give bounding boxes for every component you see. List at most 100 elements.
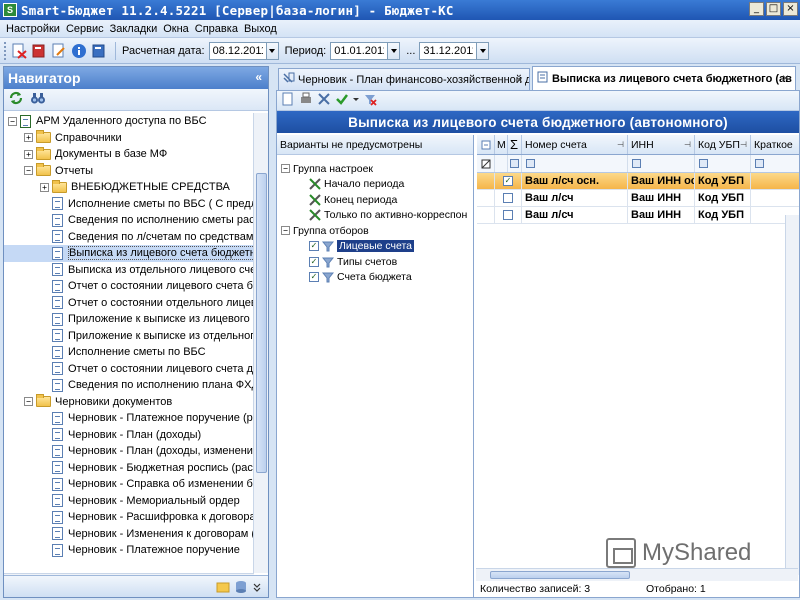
grid-corner-icon[interactable] — [477, 135, 495, 154]
pin-icon[interactable]: ⊣ — [684, 140, 691, 149]
tree-item[interactable]: Черновик - Расшифровка к договора — [4, 509, 254, 526]
tree-item[interactable]: Сведения по исполнению сметы расх — [4, 212, 254, 229]
calc-date-dropdown-icon[interactable] — [266, 41, 279, 60]
tree-item[interactable]: + Справочники — [4, 130, 254, 147]
expand-toggle-icon[interactable]: + — [24, 133, 33, 143]
row-checkbox[interactable]: ✓ — [503, 176, 513, 186]
scroll-thumb[interactable] — [490, 571, 630, 579]
period-from-field[interactable] — [330, 41, 389, 60]
settings-item[interactable]: − Группа отборов — [277, 223, 473, 239]
tab-account-statement[interactable]: Выписка из лицевого счета бюджетного (ав… — [532, 66, 796, 90]
settings-item[interactable]: Конец периода — [277, 192, 473, 208]
filter-cell[interactable] — [628, 155, 695, 172]
dropdown-arrow-icon[interactable] — [353, 92, 359, 109]
row-checkbox[interactable] — [503, 193, 513, 203]
expand-toggle-icon[interactable]: − — [281, 164, 290, 174]
filter-checkbox[interactable]: ✓ — [309, 241, 319, 252]
expand-toggle-icon[interactable]: − — [281, 226, 290, 236]
tools-icon[interactable] — [317, 92, 331, 109]
row-checkbox[interactable] — [503, 210, 513, 220]
row-check-cell[interactable]: ✓ — [495, 173, 522, 189]
period-from-dropdown-icon[interactable] — [388, 41, 401, 60]
close-tab-icon[interactable]: × — [782, 71, 789, 85]
maximize-button[interactable]: □ — [766, 2, 781, 16]
new-doc-icon[interactable] — [281, 92, 295, 109]
period-to-field[interactable] — [419, 41, 478, 60]
filter-checkbox[interactable]: ✓ — [309, 256, 319, 267]
collapse-navigator-button[interactable]: « — [255, 70, 262, 84]
row-check-cell[interactable] — [495, 207, 522, 223]
menu-windows[interactable]: Окна — [163, 23, 189, 35]
menu-service[interactable]: Сервис — [66, 23, 104, 35]
tree-item[interactable]: − Черновики документов — [4, 394, 254, 411]
refresh-icon[interactable] — [8, 90, 24, 109]
binoculars-icon[interactable] — [30, 90, 46, 109]
menu-exit[interactable]: Выход — [244, 23, 277, 35]
menu-bookmarks[interactable]: Закладки — [110, 23, 158, 35]
navigator-vertical-scrollbar[interactable] — [253, 113, 268, 573]
filter-checkbox[interactable]: ✓ — [309, 272, 319, 283]
settings-item[interactable]: Только по активно-корреспон — [277, 208, 473, 224]
filter-cell[interactable] — [495, 155, 508, 172]
filter-cell[interactable] — [522, 155, 628, 172]
expand-toggle-icon[interactable]: − — [24, 397, 33, 407]
delete-doc-icon[interactable] — [11, 43, 27, 59]
tree-item[interactable]: Отчет о состоянии лицевого счета дг — [4, 361, 254, 378]
row-check-cell[interactable] — [495, 190, 522, 206]
settings-item[interactable]: Начало периода — [277, 177, 473, 193]
options-chevron-icon[interactable] — [252, 580, 262, 597]
filter-cell[interactable] — [751, 155, 799, 172]
tree-item[interactable]: Исполнение сметы по ВБС ( С предл — [4, 196, 254, 213]
tree-item[interactable]: Сведения по л/счетам по средствам — [4, 229, 254, 246]
close-tab-icon[interactable]: × — [516, 73, 523, 87]
tree-item[interactable]: + Документы в базе МФ — [4, 146, 254, 163]
column-header-mark[interactable]: М — [495, 135, 508, 154]
table-row[interactable]: Ваш л/сч Ваш ИНН Код УБП — [477, 190, 799, 207]
expand-toggle-icon[interactable]: − — [8, 116, 17, 126]
tree-item[interactable]: Черновик - Мемориальный ордер — [4, 493, 254, 510]
tree-item[interactable]: Отчет о состоянии отдельного лицево — [4, 295, 254, 312]
tab-plan-draft[interactable]: Черновик - План финансово-хозяйственной … — [278, 68, 530, 90]
settings-item[interactable]: − Группа настроек — [277, 161, 473, 177]
tree-item[interactable]: Выписка из лицевого счета бюджетн — [4, 245, 254, 262]
column-header-sum[interactable]: Σ — [508, 135, 522, 154]
table-row[interactable]: Ваш л/сч Ваш ИНН Код УБП — [477, 207, 799, 224]
menu-help[interactable]: Справка — [195, 23, 238, 35]
info-icon[interactable] — [71, 43, 87, 59]
column-header-short[interactable]: Краткое — [751, 135, 799, 154]
expand-toggle-icon[interactable]: + — [40, 182, 49, 192]
pin-icon[interactable]: ⊣ — [740, 140, 747, 149]
tree-item[interactable]: Отчет о состоянии лицевого счета бк — [4, 278, 254, 295]
tree-item[interactable]: − АРМ Удаленного доступа по ВБС — [4, 113, 254, 130]
minimize-button[interactable]: _ — [749, 2, 764, 16]
tree-item[interactable]: Черновик - Справка об изменении бю — [4, 476, 254, 493]
apply-check-icon[interactable] — [335, 92, 349, 109]
clear-filter-icon[interactable] — [363, 92, 377, 109]
settings-item[interactable]: ✓ Счета бюджета — [277, 270, 473, 286]
help-book-icon[interactable] — [91, 43, 107, 59]
column-header-ubp[interactable]: Код УБП ⊣ — [695, 135, 751, 154]
tree-item[interactable]: Выписка из отдельного лицевого счет — [4, 262, 254, 279]
tree-item[interactable]: Черновик - Бюджетная роспись (расхо — [4, 460, 254, 477]
filter-row-icon[interactable] — [477, 155, 495, 172]
tree-item[interactable]: + ВНЕБЮДЖЕТНЫЕ СРЕДСТВА — [4, 179, 254, 196]
tree-item[interactable]: Приложение к выписке из лицевого с — [4, 311, 254, 328]
pin-icon[interactable]: ⊣ — [617, 140, 624, 149]
tree-item[interactable]: Черновик - План (доходы) — [4, 427, 254, 444]
book-icon[interactable] — [31, 43, 47, 59]
settings-item[interactable]: ✓ Типы счетов — [277, 254, 473, 270]
tree-item[interactable]: Черновик - Платежное поручение (ра — [4, 410, 254, 427]
scroll-thumb[interactable] — [256, 173, 267, 473]
column-header-account[interactable]: Номер счета ⊣ — [522, 135, 628, 154]
menu-settings[interactable]: Настройки — [6, 23, 60, 35]
tree-item[interactable]: Приложение к выписке из отдельного — [4, 328, 254, 345]
tree-item[interactable]: Сведения по исполнению плана ФХД — [4, 377, 254, 394]
expand-toggle-icon[interactable]: − — [24, 166, 33, 176]
tree-item[interactable]: Исполнение сметы по ВБС — [4, 344, 254, 361]
edit-doc-icon[interactable] — [51, 43, 67, 59]
table-row[interactable]: ✓ Ваш л/сч осн.Ваш ИНН осн.Код УБП — [477, 173, 799, 190]
tree-item[interactable]: Черновик - План (доходы, изменения) — [4, 443, 254, 460]
filter-cell[interactable] — [695, 155, 751, 172]
filter-cell[interactable] — [508, 155, 522, 172]
column-header-inn[interactable]: ИНН ⊣ — [628, 135, 695, 154]
